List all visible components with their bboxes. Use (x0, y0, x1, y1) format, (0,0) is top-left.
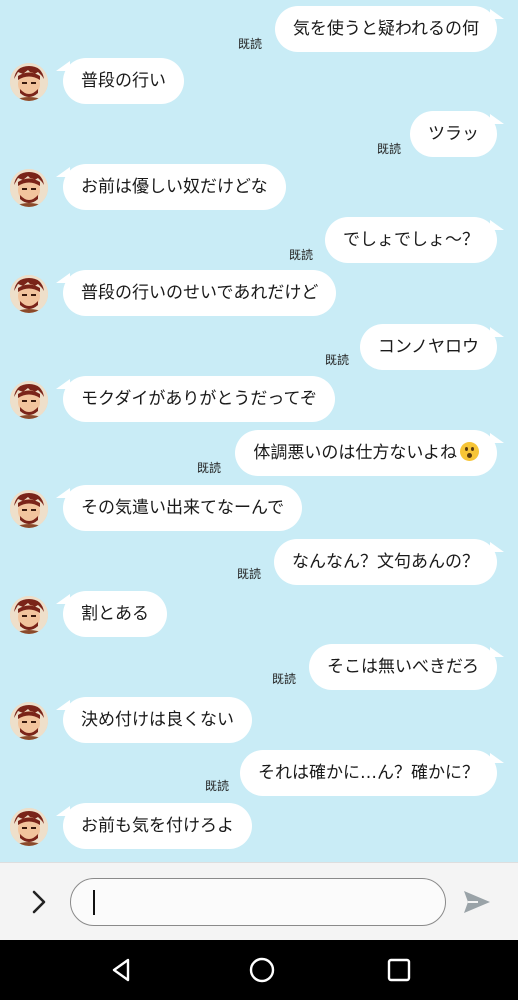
system-navigation-bar (0, 940, 518, 1000)
message-incoming: 決め付けは良くない (0, 697, 518, 743)
message-bubble[interactable]: 普段の行いのせいであれだけど (55, 270, 337, 316)
read-receipt: 既読 (325, 353, 350, 367)
message-text: モクダイがありがとうだってぞ (81, 389, 317, 409)
message-bubble[interactable]: ツラッ (410, 111, 504, 157)
message-text: お前は優しい奴だけどな (81, 177, 268, 197)
message-bubble[interactable]: そこは無いべきだろ (309, 644, 504, 690)
read-receipt: 既読 (205, 779, 230, 793)
astonished-face-icon (460, 442, 479, 461)
avatar[interactable] (10, 63, 48, 101)
message-outgoing: 既読 コンノヤロウ (0, 324, 518, 370)
read-receipt: 既読 (197, 461, 222, 475)
message-incoming: 普段の行いのせいであれだけど (0, 270, 518, 316)
read-receipt: 既読 (238, 37, 263, 51)
message-bubble[interactable]: 割とある (56, 591, 167, 637)
message-incoming: 割とある (0, 591, 518, 637)
message-text: 体調悪いのは仕方ないよね (253, 443, 457, 463)
message-outgoing: 既読 それは確かに…ん？確かに？ (0, 750, 518, 796)
message-text: なんなん？文句あんの？ (292, 552, 479, 572)
message-text: ツラッ (428, 124, 479, 144)
avatar[interactable] (10, 381, 48, 419)
message-bubble[interactable]: コンノヤロウ (359, 324, 505, 370)
message-bubble[interactable]: でしょでしょ〜？ (325, 217, 504, 263)
avatar[interactable] (10, 490, 48, 528)
send-icon[interactable] (462, 889, 492, 915)
message-incoming: 普段の行い (0, 58, 518, 104)
recent-apps-square-icon[interactable] (386, 957, 412, 983)
message-outgoing: 既読 気を使うと疑われるの何 (0, 6, 518, 52)
message-text: 普段の行い (81, 71, 166, 91)
message-bubble[interactable]: モクダイがありがとうだってぞ (56, 376, 335, 422)
message-outgoing: 既読 ツラッ (0, 111, 518, 157)
chat-area[interactable]: 既読 気を使うと疑われるの何 普段の行い 既読 ツラッ お前は優しい奴だけどな … (0, 0, 518, 862)
message-text: お前も気を付けろよ (81, 816, 234, 836)
message-bubble[interactable]: なんなん？文句あんの？ (274, 539, 504, 585)
message-bubble[interactable]: それは確かに…ん？確かに？ (240, 750, 504, 796)
message-bubble[interactable]: 体調悪いのは仕方ないよね (235, 430, 504, 476)
message-text: それは確かに…ん？確かに？ (258, 763, 479, 783)
message-text: 普段の行いのせいであれだけど (81, 283, 319, 303)
message-outgoing: 既読 なんなん？文句あんの？ (0, 539, 518, 585)
back-triangle-icon[interactable] (108, 956, 136, 984)
message-bubble[interactable]: お前は優しい奴だけどな (56, 164, 286, 210)
message-text: そこは無いべきだろ (327, 657, 479, 677)
home-circle-icon[interactable] (248, 956, 276, 984)
message-incoming: お前も気を付けろよ (0, 803, 518, 849)
chevron-right-icon[interactable] (26, 888, 52, 916)
message-outgoing: 既読 でしょでしょ〜？ (0, 217, 518, 263)
avatar[interactable] (10, 275, 48, 313)
read-receipt: 既読 (237, 567, 262, 581)
message-text: でしょでしょ〜？ (343, 230, 479, 250)
avatar[interactable] (10, 169, 48, 207)
message-input-bar (0, 862, 518, 940)
message-text: 決め付けは良くない (81, 710, 234, 730)
message-outgoing: 既読 体調悪いのは仕方ないよね (0, 430, 518, 476)
message-bubble[interactable]: 決め付けは良くない (56, 697, 252, 743)
read-receipt: 既読 (377, 142, 402, 156)
message-text: 割とある (81, 604, 149, 624)
message-incoming: その気遣い出来てなーんで (0, 485, 518, 531)
message-incoming: モクダイがありがとうだってぞ (0, 376, 518, 422)
read-receipt: 既読 (272, 672, 297, 686)
message-bubble[interactable]: 気を使うと疑われるの何 (274, 6, 505, 52)
message-incoming: お前は優しい奴だけどな (0, 164, 518, 210)
avatar[interactable] (10, 702, 48, 740)
read-receipt: 既読 (289, 248, 314, 262)
message-text: その気遣い出来てなーんで (81, 498, 285, 518)
message-outgoing: 既読 そこは無いべきだろ (0, 644, 518, 690)
text-caret (93, 890, 95, 915)
message-bubble[interactable]: 普段の行い (56, 58, 184, 104)
avatar[interactable] (10, 808, 48, 846)
message-text: コンノヤロウ (377, 337, 479, 357)
message-bubble[interactable]: お前も気を付けろよ (56, 803, 252, 849)
message-text: 気を使うと疑われるの何 (292, 19, 479, 39)
message-bubble[interactable]: その気遣い出来てなーんで (55, 485, 303, 531)
avatar[interactable] (10, 596, 48, 634)
message-input[interactable] (70, 878, 446, 926)
